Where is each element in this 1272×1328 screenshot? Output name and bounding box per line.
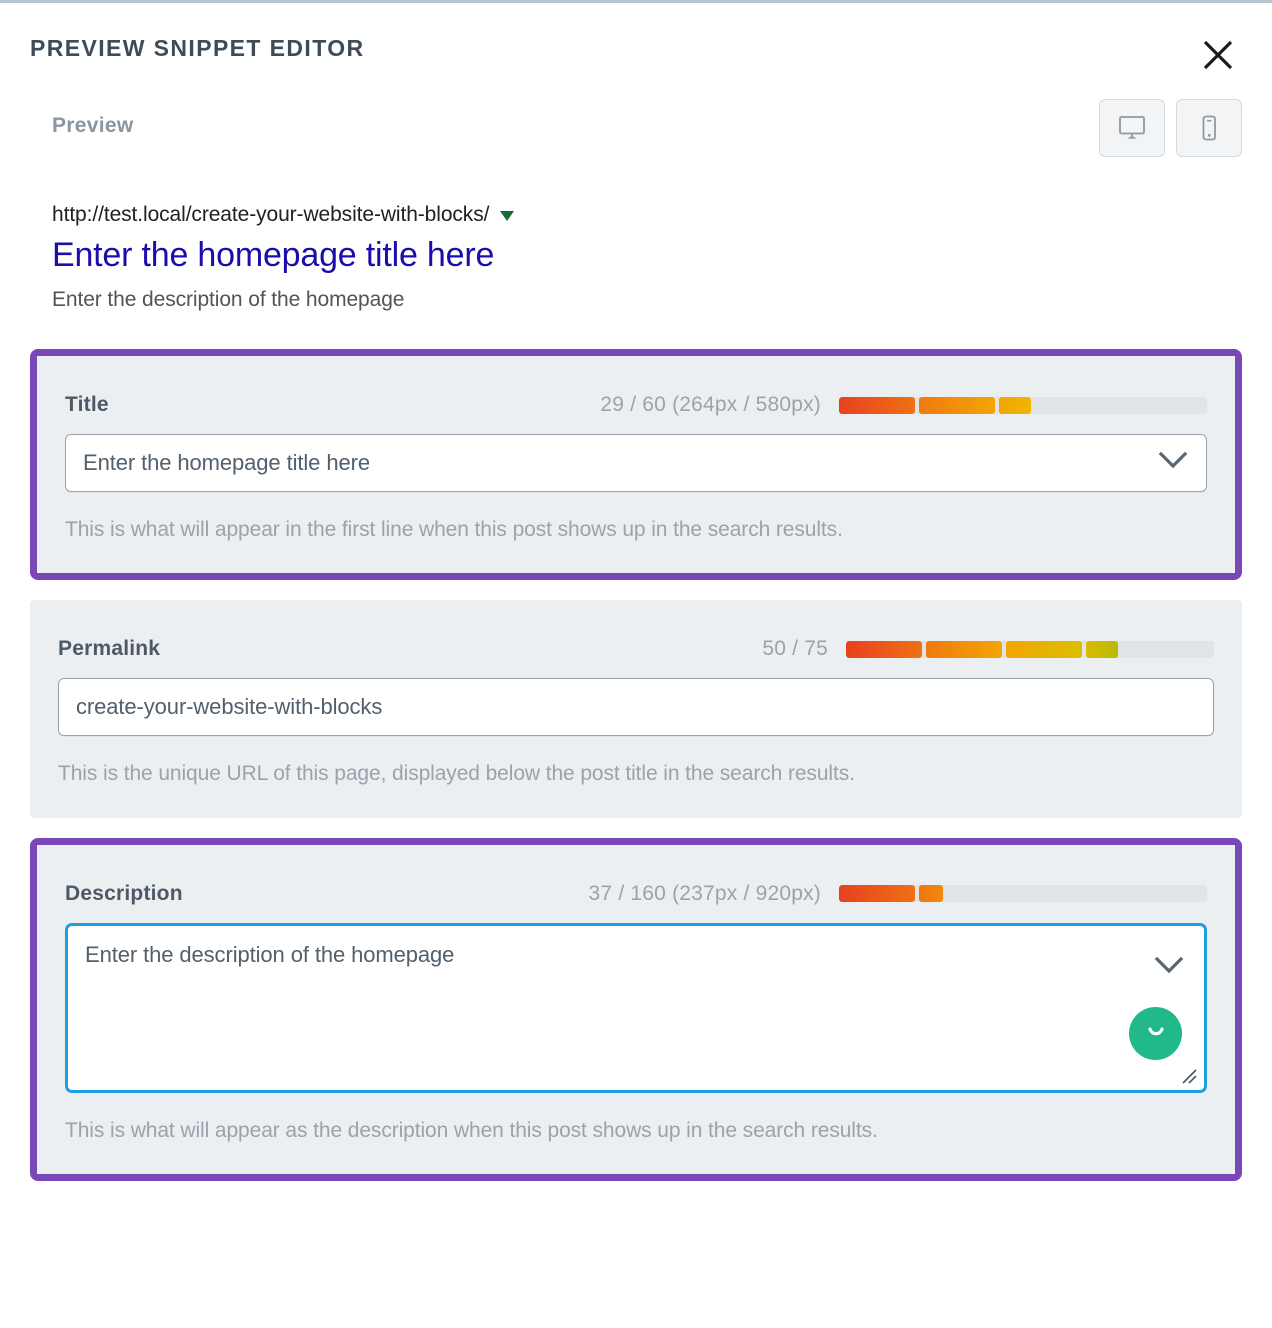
device-toggle-desktop[interactable] bbox=[1099, 99, 1165, 157]
snippet-description: Enter the description of the homepage bbox=[52, 287, 405, 311]
field-title-progress-bar bbox=[839, 396, 1207, 414]
field-permalink-help: This is the unique URL of this page, dis… bbox=[58, 762, 855, 786]
close-icon bbox=[1200, 37, 1236, 73]
preview-label: Preview bbox=[52, 114, 134, 137]
progress-segment bbox=[1006, 640, 1082, 658]
field-permalink: Permalink 50 / 75 create-your-website-wi… bbox=[30, 600, 1242, 818]
close-button[interactable] bbox=[1194, 31, 1242, 79]
caret-down-icon[interactable] bbox=[500, 211, 515, 222]
mobile-phone-icon bbox=[1194, 113, 1224, 143]
field-description-textarea[interactable]: Enter the description of the homepage bbox=[65, 922, 1207, 1093]
device-toggle-mobile[interactable] bbox=[1176, 99, 1242, 157]
field-permalink-input-value: create-your-website-with-blocks bbox=[76, 694, 383, 720]
field-description-highlight: Description 37 / 160 (237px / 920px) Ent… bbox=[30, 837, 1242, 1181]
field-title-highlight: Title 29 / 60 (264px / 580px) Enter the … bbox=[30, 349, 1242, 581]
progress-segment bbox=[839, 885, 915, 903]
field-permalink-input[interactable]: create-your-website-with-blocks bbox=[58, 678, 1214, 737]
field-title-counter: 29 / 60 (264px / 580px) bbox=[600, 393, 821, 417]
field-title-label: Title bbox=[65, 393, 109, 417]
field-permalink-counter: 50 / 75 bbox=[762, 637, 828, 661]
chevron-down-icon[interactable] bbox=[1158, 451, 1188, 475]
field-title-input[interactable]: Enter the homepage title here bbox=[65, 434, 1207, 493]
preview-row: Preview bbox=[0, 95, 1272, 191]
field-description-progress-bar bbox=[839, 885, 1207, 903]
fields-container: Title 29 / 60 (264px / 580px) Enter the … bbox=[0, 349, 1272, 1181]
field-description-header: Description 37 / 160 (237px / 920px) bbox=[65, 881, 1207, 907]
field-title: Title 29 / 60 (264px / 580px) Enter the … bbox=[37, 356, 1235, 574]
progress-segment bbox=[999, 396, 1031, 414]
field-permalink-label: Permalink bbox=[58, 637, 161, 661]
field-permalink-wrap: Permalink 50 / 75 create-your-website-wi… bbox=[30, 600, 1242, 818]
snippet-url: http://test.local/create-your-website-wi… bbox=[52, 203, 490, 226]
desktop-monitor-icon bbox=[1117, 114, 1147, 142]
field-description-counter: 37 / 160 (237px / 920px) bbox=[588, 881, 821, 905]
device-toggle-group bbox=[1099, 99, 1242, 157]
chevron-down-icon[interactable] bbox=[1154, 956, 1184, 980]
field-permalink-header: Permalink 50 / 75 bbox=[58, 636, 1214, 662]
search-result-preview: http://test.local/create-your-website-wi… bbox=[0, 191, 1272, 313]
progress-segment bbox=[839, 396, 915, 414]
field-title-header: Title 29 / 60 (264px / 580px) bbox=[65, 392, 1207, 418]
progress-segment bbox=[919, 885, 943, 903]
page-title: PREVIEW SNIPPET EDITOR bbox=[30, 35, 365, 62]
panel-header: PREVIEW SNIPPET EDITOR bbox=[0, 3, 1272, 95]
snippet-title[interactable]: Enter the homepage title here bbox=[52, 234, 1242, 277]
field-description-textarea-value: Enter the description of the homepage bbox=[85, 941, 455, 967]
preview-snippet-editor-panel: PREVIEW SNIPPET EDITOR Preview http://te… bbox=[0, 0, 1272, 1328]
progress-segment bbox=[1086, 640, 1118, 658]
seo-score-badge[interactable] bbox=[1129, 1006, 1182, 1060]
snippet-url-line: http://test.local/create-your-website-wi… bbox=[52, 201, 1242, 228]
smiley-score-icon bbox=[1141, 1016, 1171, 1051]
field-description-label: Description bbox=[65, 881, 183, 905]
field-permalink-progress-bar bbox=[846, 640, 1214, 658]
progress-segment bbox=[926, 640, 1002, 658]
progress-segment bbox=[846, 640, 922, 658]
resize-grip-icon[interactable] bbox=[1178, 1065, 1198, 1085]
field-description-help: This is what will appear as the descript… bbox=[65, 1118, 878, 1142]
field-description: Description 37 / 160 (237px / 920px) Ent… bbox=[37, 844, 1235, 1174]
progress-segment bbox=[919, 396, 995, 414]
field-title-input-value: Enter the homepage title here bbox=[83, 450, 370, 476]
field-title-help: This is what will appear in the first li… bbox=[65, 518, 843, 542]
